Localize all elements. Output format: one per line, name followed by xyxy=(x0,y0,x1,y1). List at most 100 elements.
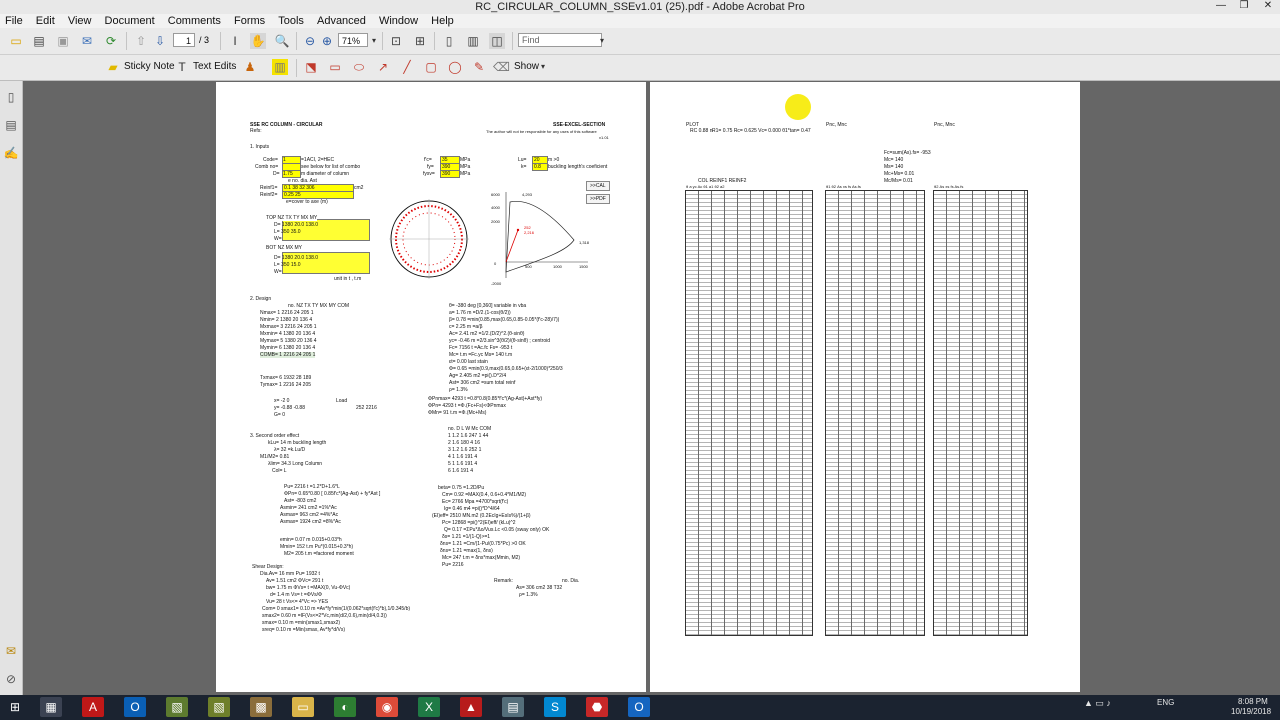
title-bar: RC_CIRCULAR_COLUMN_SSEv1.01 (25).pdf - A… xyxy=(0,0,1280,14)
print-icon[interactable]: ▤ xyxy=(31,33,47,49)
chart-x-1500: 1500 xyxy=(579,264,588,269)
line-icon[interactable]: ╱ xyxy=(399,59,415,75)
text-box-icon[interactable]: ▭ xyxy=(327,59,343,75)
window-title: RC_CIRCULAR_COLUMN_SSEv1.01 (25).pdf - A… xyxy=(475,1,805,13)
text-edits-label[interactable]: Text Edits xyxy=(193,61,236,72)
menu-window[interactable]: Window xyxy=(374,14,423,28)
cloud-icon[interactable]: ⬭ xyxy=(351,59,367,75)
menu-comments[interactable]: Comments xyxy=(163,14,226,28)
skype-icon[interactable]: S xyxy=(544,697,566,717)
chart-y-0: 0 xyxy=(494,261,497,266)
app-icon-7[interactable]: ▤ xyxy=(502,697,524,717)
k-value: 0.8 xyxy=(534,164,541,170)
pdf-icon[interactable]: ⬣ xyxy=(586,697,608,717)
excel-icon[interactable]: X xyxy=(418,697,440,717)
rectangle-icon[interactable]: ▢ xyxy=(423,59,439,75)
menu-document[interactable]: Document xyxy=(100,14,160,28)
app-icon-1[interactable]: ▦ xyxy=(40,697,62,717)
close-button[interactable]: ✕ xyxy=(1256,0,1280,11)
arrow-icon[interactable]: ↗ xyxy=(375,59,391,75)
eraser-icon[interactable]: ⌫ xyxy=(493,59,510,75)
app-icon-5[interactable]: ◐ xyxy=(334,697,356,717)
zoom-out-icon[interactable]: ⊖ xyxy=(302,33,318,49)
email-icon[interactable]: ✉ xyxy=(79,33,95,49)
acrobat-icon[interactable]: A xyxy=(82,697,104,717)
two-up-icon[interactable]: ◫ xyxy=(489,33,505,49)
zoom-dropdown-icon[interactable]: ▾ xyxy=(366,33,382,49)
design-row-mymin: Mymin= 6 1380 20 136 4 xyxy=(260,345,316,351)
callout-icon[interactable]: ⬔ xyxy=(303,59,319,75)
calc-a: a= 1.76 m =D/2.(1-cos(θ/2)) xyxy=(449,310,511,316)
attachments-icon[interactable]: ⊘ xyxy=(3,671,19,687)
calc-mc: Mc= t.m =Fc.yc Ms= 140 t.m xyxy=(449,352,513,358)
menu-tools[interactable]: Tools xyxy=(273,14,309,28)
next-page-icon[interactable]: ⇩ xyxy=(152,33,168,49)
stamp-icon[interactable]: ♟ xyxy=(242,59,258,75)
maximize-button[interactable]: ❐ xyxy=(1232,0,1256,11)
comments-panel-icon[interactable]: ✉ xyxy=(3,643,19,659)
file-explorer-icon[interactable]: ▭ xyxy=(292,697,314,717)
top-load-w: W= xyxy=(274,236,282,242)
ast-row: Ast= -803 cm2 xyxy=(284,498,317,504)
hand-tool-icon[interactable]: ✋ xyxy=(250,33,266,49)
menu-edit[interactable]: Edit xyxy=(31,14,60,28)
fc-unit: MPa xyxy=(460,157,471,163)
collaborate-icon[interactable]: ⟳ xyxy=(103,33,119,49)
zoom-tool-icon[interactable]: 🔍 xyxy=(274,33,290,49)
find-input[interactable]: Find xyxy=(518,33,602,47)
outlook-icon[interactable]: O xyxy=(124,697,146,717)
pnc-mnc-label-1: Pnc, Mnc xyxy=(826,122,847,128)
mc-summary-5: Mc/Ms= 0.01 xyxy=(884,178,913,184)
previous-page-icon[interactable]: ⇧ xyxy=(133,33,149,49)
language-indicator[interactable]: ENG xyxy=(1157,698,1174,707)
tray-icons[interactable]: ▲ ▭ ♪ xyxy=(1084,698,1111,709)
show-dropdown-icon[interactable]: ▾ xyxy=(535,59,551,75)
chrome-icon[interactable]: ◉ xyxy=(376,697,398,717)
m1m2-row: M1/M2= 0.81 xyxy=(260,454,290,460)
clock-date[interactable]: 10/19/2018 xyxy=(1231,707,1271,716)
fit-page-icon[interactable]: ⊞ xyxy=(412,33,428,49)
pencil-icon[interactable]: ✎ xyxy=(471,59,487,75)
actual-size-icon[interactable]: ⊡ xyxy=(388,33,404,49)
menu-advanced[interactable]: Advanced xyxy=(312,14,371,28)
asmax4-row: Asmax= 963 cm2 =4%*Ac xyxy=(280,512,339,518)
sticky-note-label[interactable]: Sticky Note xyxy=(124,61,175,72)
pc-row: Pc= 12868 =pi()^2(EI)eff/ (kLu)^2 xyxy=(442,520,516,526)
app-icon-6[interactable]: ▲ xyxy=(460,697,482,717)
continuous-icon[interactable]: ▥ xyxy=(465,33,481,49)
menu-help[interactable]: Help xyxy=(426,14,459,28)
plot-row-2: R1= 0.75 Rc= 0.625 Vc= 0.000 θ1*tan= 0.4… xyxy=(712,128,811,134)
text-edits-icon[interactable]: T xyxy=(174,59,190,75)
g-row: G= 0 xyxy=(274,412,285,418)
start-icon[interactable]: ⊞ xyxy=(4,697,26,717)
load-combo-3: 3 1.2 1.6 252 1 xyxy=(448,447,482,453)
app-icon-3[interactable]: ▧ xyxy=(208,697,230,717)
find-dropdown-icon[interactable]: ▾ xyxy=(594,33,610,49)
oval-icon[interactable]: ◯ xyxy=(447,59,463,75)
single-page-icon[interactable]: ▯ xyxy=(441,33,457,49)
signatures-icon[interactable]: ✍ xyxy=(3,145,19,161)
zoom-in-icon[interactable]: ⊕ xyxy=(319,33,335,49)
minimize-button[interactable]: — xyxy=(1209,0,1233,11)
calc-c: c= 2.25 m =a/β xyxy=(449,324,483,330)
menu-forms[interactable]: Forms xyxy=(229,14,270,28)
menu-file[interactable]: File xyxy=(0,14,28,28)
app-icon-2[interactable]: ▧ xyxy=(166,697,188,717)
sticky-note-icon[interactable]: ▰ xyxy=(105,59,121,75)
reinf1-calc-table xyxy=(825,190,925,636)
phipn-eq-row: ΦPn= 0.65*0.80 [ 0.85f'c*(Ag-Ast) + fy*A… xyxy=(284,491,381,497)
select-text-icon[interactable]: I xyxy=(227,33,243,49)
pages-icon[interactable]: ▯ xyxy=(3,89,19,105)
bookmarks-icon[interactable]: ▤ xyxy=(3,117,19,133)
load-combo-4: 4 1 1.6 191 4 xyxy=(448,454,478,460)
menu-view[interactable]: View xyxy=(63,14,97,28)
zoom-level-input[interactable]: 71% xyxy=(338,33,368,47)
clock-time[interactable]: 8:08 PM xyxy=(1238,697,1268,706)
save-icon[interactable]: ▣ xyxy=(55,33,71,49)
highlight-icon[interactable]: ▥ xyxy=(272,59,288,75)
open-folder-icon[interactable]: ▭ xyxy=(8,33,24,49)
page-number-input[interactable]: 1 xyxy=(173,33,195,47)
app-icon-4[interactable]: ▩ xyxy=(250,697,272,717)
chart-x-1000: 1000 xyxy=(553,264,562,269)
outlook-icon-2[interactable]: O xyxy=(628,697,650,717)
